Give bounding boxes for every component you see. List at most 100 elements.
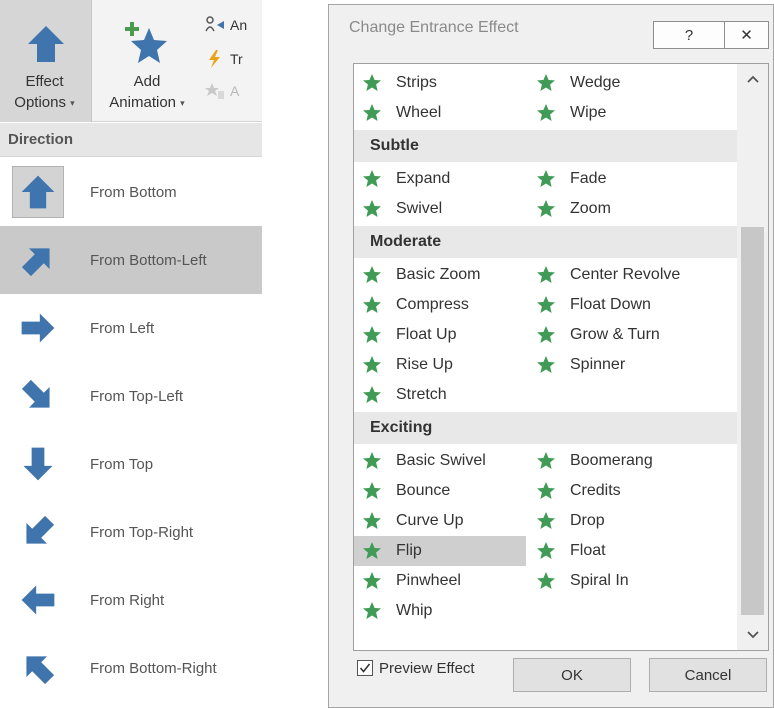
arrow-up-icon: [0, 20, 91, 68]
effect-bounce[interactable]: Bounce: [354, 476, 526, 506]
effect-strips[interactable]: Strips: [354, 68, 526, 98]
arrow-up-right-icon: [21, 248, 50, 277]
effect-compress[interactable]: Compress: [354, 290, 526, 320]
effect-whip[interactable]: Whip: [354, 596, 526, 626]
effect-float[interactable]: Float: [528, 536, 728, 566]
lightning-icon: [209, 50, 220, 68]
star-icon: [363, 326, 381, 343]
direction-label: From Top-Right: [90, 523, 194, 541]
animation-painter-button[interactable]: A: [204, 76, 239, 106]
ok-button[interactable]: OK: [513, 658, 631, 692]
category-subtle: Subtle: [354, 130, 737, 162]
arrow-down-icon: [23, 447, 53, 481]
effect-zoom[interactable]: Zoom: [528, 194, 728, 224]
effect-spinner[interactable]: Spinner: [528, 350, 728, 380]
effect-stretch[interactable]: Stretch: [354, 380, 526, 410]
star-icon: [537, 572, 555, 589]
direction-from-top[interactable]: From Top: [0, 430, 262, 498]
direction-label: From Bottom-Left: [90, 251, 207, 269]
star-icon: [363, 170, 381, 187]
checkbox[interactable]: [357, 660, 373, 676]
effect-options-button[interactable]: Effect Options ▾: [0, 0, 92, 122]
arrow-right-icon: [21, 313, 55, 343]
effect-float-down[interactable]: Float Down: [528, 290, 728, 320]
effect-wipe[interactable]: Wipe: [528, 98, 728, 128]
help-button[interactable]: ?: [653, 21, 725, 49]
cancel-button[interactable]: Cancel: [649, 658, 767, 692]
arrow-up-left-icon: [26, 656, 55, 685]
effect-pinwheel[interactable]: Pinwheel: [354, 566, 526, 596]
star-icon: [363, 602, 381, 619]
star-icon: [363, 512, 381, 529]
effect-spiral-in[interactable]: Spiral In: [528, 566, 728, 596]
add-animation-button[interactable]: Add Animation ▾: [92, 0, 202, 122]
star-icon: [363, 266, 381, 283]
star-icon: [537, 296, 555, 313]
effect-flip[interactable]: Flip: [354, 536, 526, 566]
effect-options-panel: Effect Options ▾ Add Animation ▾ An Tr A…: [0, 0, 262, 708]
trigger-button[interactable]: Tr: [204, 44, 243, 74]
arrow-left-icon: [21, 585, 55, 615]
add-animation-label: Add: [133, 73, 161, 90]
direction-from-bottom-right[interactable]: From Bottom-Right: [0, 634, 262, 702]
direction-label: From Bottom: [90, 183, 177, 201]
direction-from-right[interactable]: From Right: [0, 566, 262, 634]
star-icon: [363, 452, 381, 469]
preview-effect-checkbox[interactable]: Preview Effect: [357, 655, 475, 681]
star-icon: [363, 482, 381, 499]
star-icon: [537, 200, 555, 217]
effect-wheel[interactable]: Wheel: [354, 98, 526, 128]
star-icon: [363, 104, 381, 121]
effect-drop[interactable]: Drop: [528, 506, 728, 536]
dropdown-caret-icon: ▾: [70, 98, 75, 109]
vertical-scrollbar[interactable]: [737, 64, 768, 650]
direction-from-left[interactable]: From Left: [0, 294, 262, 362]
star-icon: [363, 296, 381, 313]
effect-float-up[interactable]: Float Up: [354, 320, 526, 350]
preview-effect-label: Preview Effect: [379, 659, 475, 677]
direction-from-top-right[interactable]: From Top-Right: [0, 498, 262, 566]
effect-wedge[interactable]: Wedge: [528, 68, 728, 98]
star-icon: [363, 386, 381, 403]
arrow-down-right-icon: [21, 379, 50, 408]
star-icon: [537, 482, 555, 499]
category-moderate: Moderate: [354, 226, 737, 258]
direction-label: From Top: [90, 455, 154, 473]
effect-list[interactable]: Strips Wedge Wheel Wipe Subtle Expand Fa…: [353, 63, 769, 651]
star-icon: [537, 512, 555, 529]
effect-curve-up[interactable]: Curve Up: [354, 506, 526, 536]
effect-basic-swivel[interactable]: Basic Swivel: [354, 446, 526, 476]
scrollbar-thumb[interactable]: [741, 227, 764, 615]
star-icon: [363, 200, 381, 217]
effect-swivel[interactable]: Swivel: [354, 194, 526, 224]
star-icon: [537, 542, 555, 559]
add-animation-star-icon: [92, 20, 202, 68]
effect-credits[interactable]: Credits: [528, 476, 728, 506]
direction-from-top-left[interactable]: From Top-Left: [0, 362, 262, 430]
effect-basic-zoom[interactable]: Basic Zoom: [354, 260, 526, 290]
star-icon: [537, 104, 555, 121]
star-icon: [537, 326, 555, 343]
effect-center-revolve[interactable]: Center Revolve: [528, 260, 728, 290]
scroll-up-button[interactable]: [737, 64, 768, 94]
effect-boomerang[interactable]: Boomerang: [528, 446, 728, 476]
effect-rise-up[interactable]: Rise Up: [354, 350, 526, 380]
change-entrance-effect-dialog: Change Entrance Effect ? ✕ Strips Wedge …: [328, 4, 774, 708]
star-icon: [537, 170, 555, 187]
ribbon-mini-group: An Tr A: [204, 10, 262, 110]
direction-from-bottom[interactable]: From Bottom: [0, 158, 262, 226]
direction-label: From Left: [90, 319, 155, 337]
chevron-down-icon: [746, 631, 759, 639]
close-icon: ✕: [740, 27, 753, 44]
animation-pane-button[interactable]: An: [204, 10, 247, 40]
star-icon: [363, 74, 381, 91]
star-icon: [363, 356, 381, 373]
direction-from-bottom-left[interactable]: From Bottom-Left: [0, 226, 262, 294]
close-button[interactable]: ✕: [725, 21, 769, 49]
scroll-down-button[interactable]: [737, 620, 768, 650]
effect-grow-and-turn[interactable]: Grow & Turn: [528, 320, 728, 350]
effect-expand[interactable]: Expand: [354, 164, 526, 194]
arrow-down-left-icon: [26, 515, 55, 544]
effect-fade[interactable]: Fade: [528, 164, 728, 194]
star-icon: [537, 452, 555, 469]
